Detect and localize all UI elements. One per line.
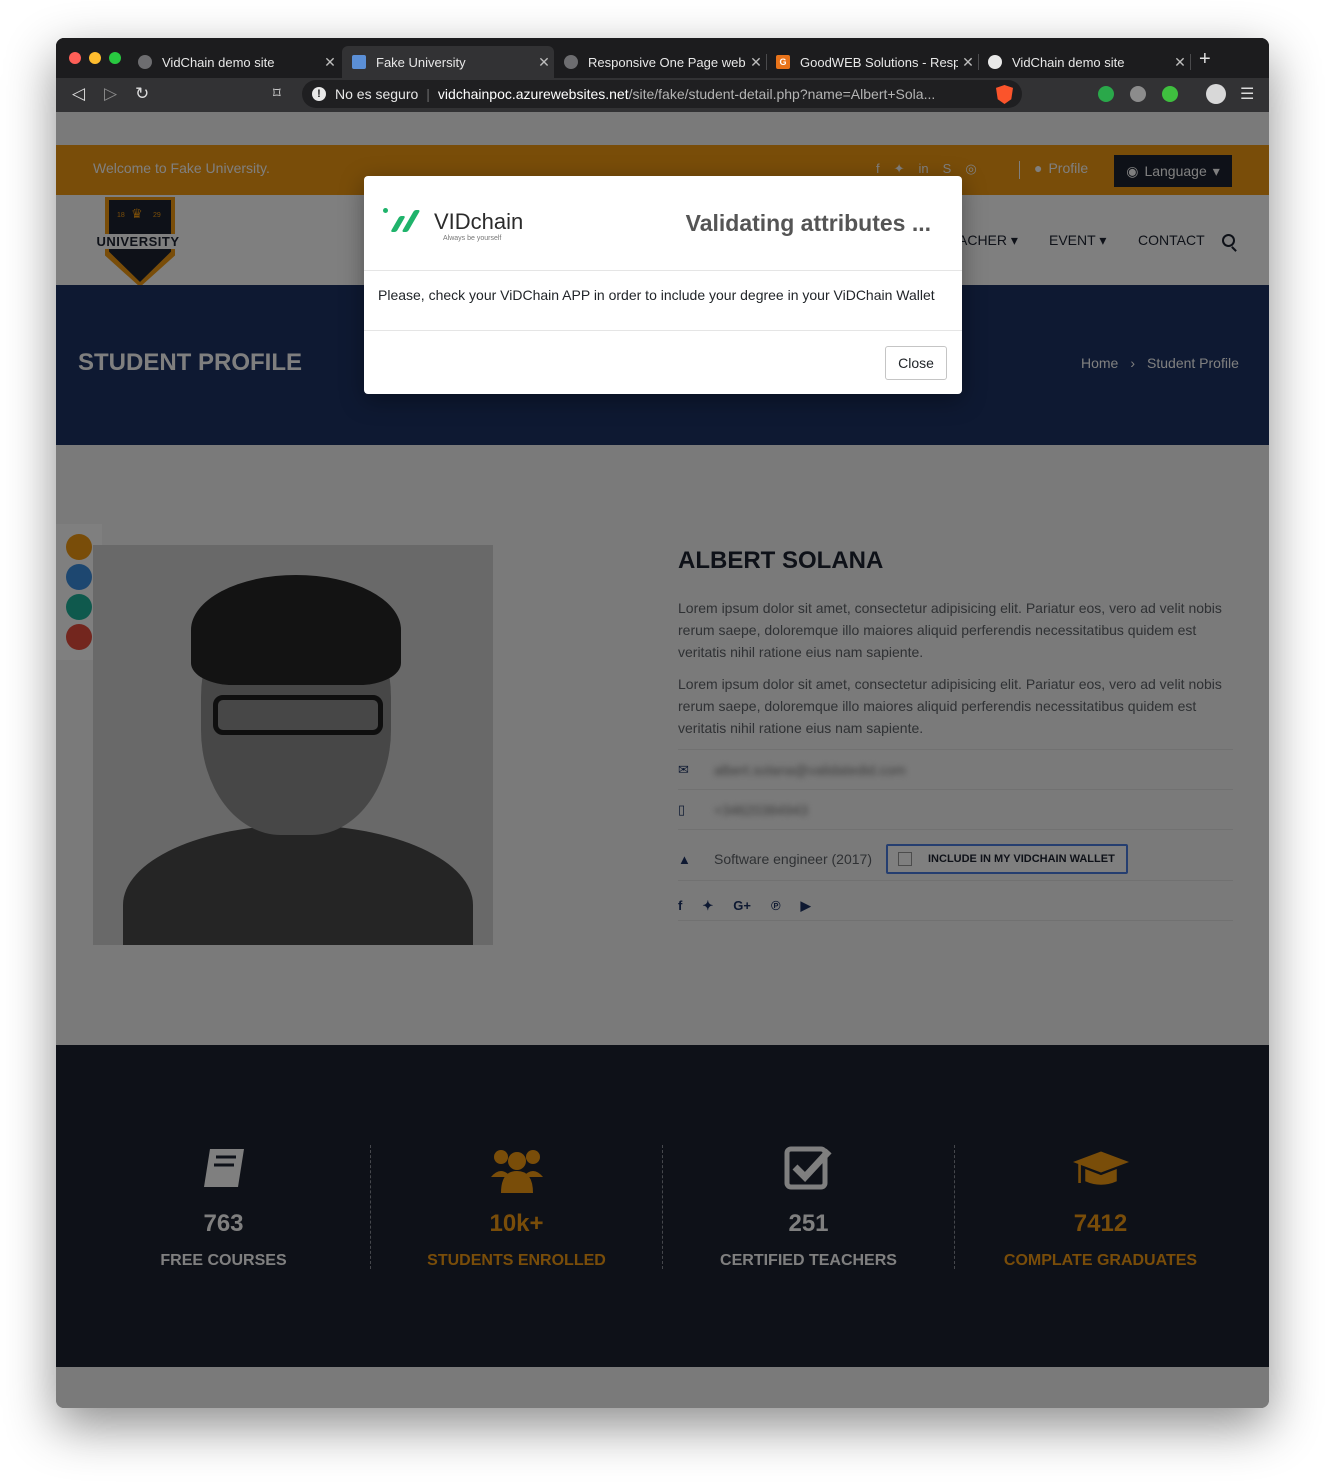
tab-vidchain-demo-1[interactable]: VidChain demo site ✕ [128,46,340,78]
forward-icon[interactable]: ▷ [104,84,117,104]
goodweb-logo-icon: G [776,55,790,69]
browser-window: VidChain demo site ✕ Fake University ✕ R… [56,38,1269,1408]
globe-icon [138,55,152,69]
minimize-window-button[interactable] [89,52,101,64]
url-bar[interactable]: ! No es seguro | vidchainpoc.azurewebsit… [302,80,1022,108]
validation-modal: VIDchain Always be yourself Validating a… [364,176,962,394]
back-icon[interactable]: ◁ [72,84,85,104]
close-window-button[interactable] [69,52,81,64]
web-page: Welcome to Fake University. f ✦ in S ◎ ●… [56,112,1269,1408]
globe-icon [564,55,578,69]
tab-goodweb-solutions[interactable]: G GoodWEB Solutions - Resp ✕ [766,46,978,78]
bookmark-icon[interactable]: ⌑ [273,84,281,102]
evernote-extension-icon[interactable] [1098,86,1114,102]
new-tab-button[interactable]: + [1199,48,1211,71]
close-button[interactable]: Close [885,346,947,380]
globe-icon [988,55,1002,69]
security-label: No es seguro [335,86,419,102]
reload-icon[interactable]: ↻ [135,84,149,104]
url-path: /site/fake/student-detail.php?name=Alber… [628,86,936,102]
address-toolbar: ◁ ▷ ↻ ⌑ ! No es seguro | vidchainpoc.azu… [56,78,1269,112]
sync-extension-icon[interactable] [1162,86,1178,102]
profile-avatar-icon[interactable] [1206,84,1226,104]
close-tab-icon[interactable]: ✕ [320,54,340,71]
modal-title: Validating attributes ... [685,210,931,236]
close-tab-icon[interactable]: ✕ [746,54,766,71]
tab-responsive-one-page[interactable]: Responsive One Page webs ✕ [554,46,766,78]
graduation-cap-icon [352,55,366,69]
tab-bar: VidChain demo site ✕ Fake University ✕ R… [56,38,1269,78]
close-tab-icon[interactable]: ✕ [958,54,978,71]
warning-icon: ! [312,87,326,101]
menu-icon[interactable]: ☰ [1240,84,1254,104]
close-tab-icon[interactable]: ✕ [1170,54,1190,71]
modal-header: VIDchain Always be yourself Validating a… [364,176,962,271]
modal-message: Please, check your ViDChain APP in order… [378,287,935,303]
tab-fake-university[interactable]: Fake University ✕ [342,46,554,78]
vidchain-logo: VIDchain Always be yourself [381,206,523,246]
tab-vidchain-demo-2[interactable]: VidChain demo site ✕ [978,46,1190,78]
close-tab-icon[interactable]: ✕ [534,54,554,71]
extension-icon[interactable] [1130,86,1146,102]
maximize-window-button[interactable] [109,52,121,64]
url-host: vidchainpoc.azurewebsites.net [437,86,629,102]
